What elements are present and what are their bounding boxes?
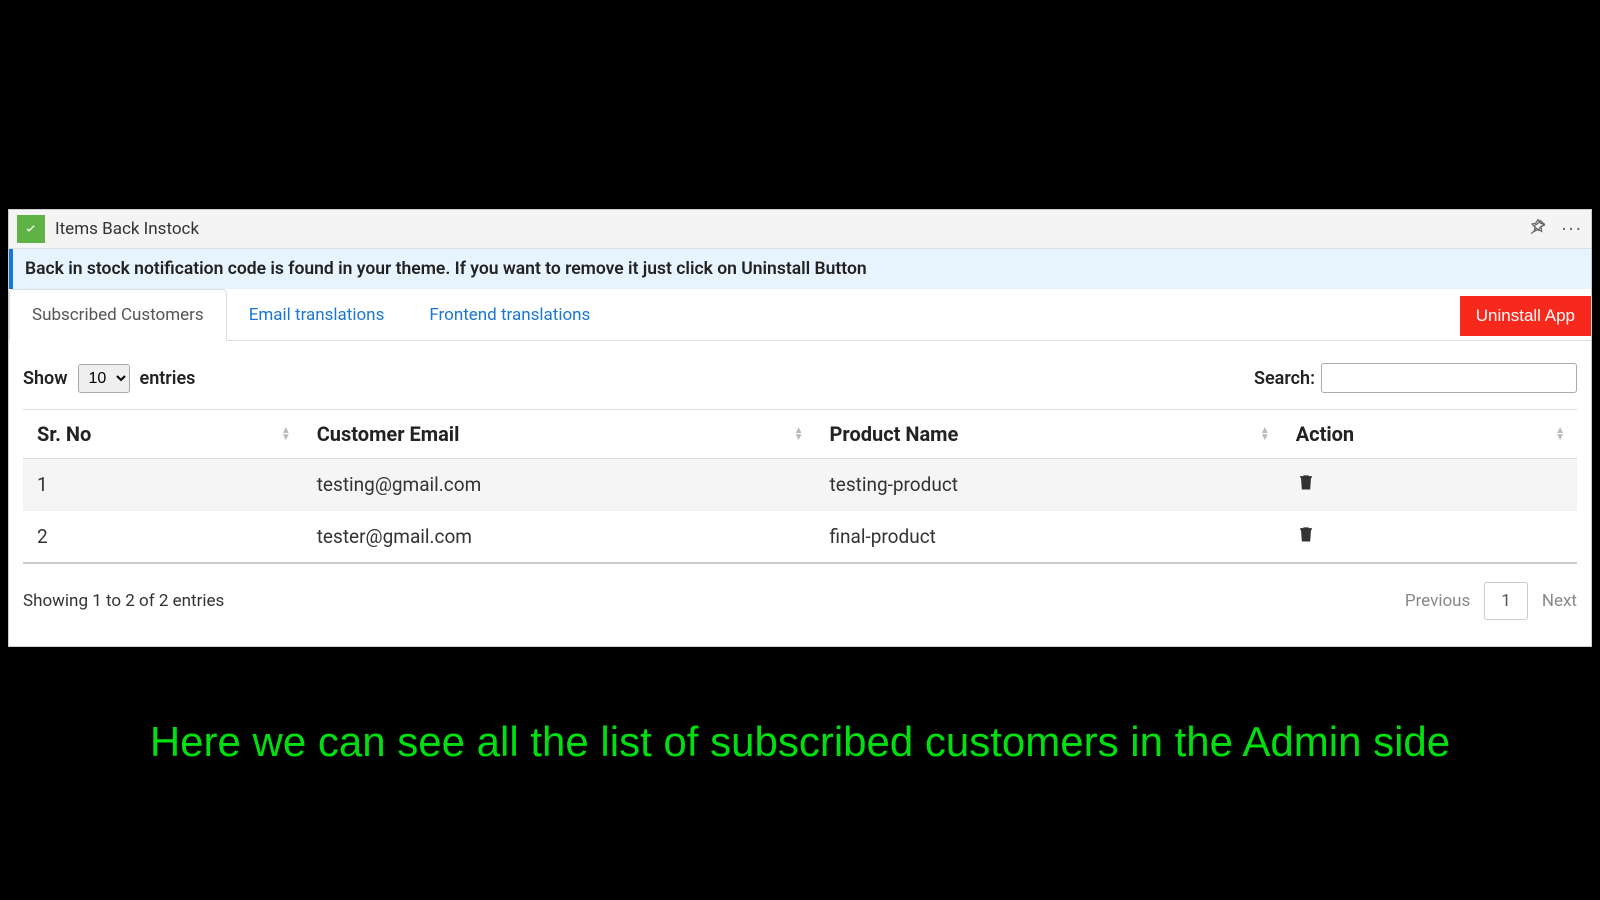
notice-text: Back in stock notification code is found… — [25, 259, 867, 279]
col-product-name[interactable]: Product Name ▲▼ — [816, 410, 1282, 459]
pin-icon[interactable] — [1529, 218, 1547, 240]
subscribers-table: Sr. No ▲▼ Customer Email ▲▼ Product Name… — [23, 409, 1577, 564]
table-controls: Show 10 entries Search: — [23, 363, 1577, 393]
tab-bar: Subscribed Customers Email translations … — [9, 289, 1591, 341]
cell-product: final-product — [816, 511, 1282, 564]
more-icon[interactable]: ··· — [1561, 217, 1583, 241]
app-window: Items Back Instock ··· Back in stock not… — [8, 209, 1592, 647]
tab-frontend-translations[interactable]: Frontend translations — [407, 289, 613, 341]
titlebar: Items Back Instock ··· — [9, 210, 1591, 249]
cell-product: testing-product — [816, 459, 1282, 511]
search-box: Search: — [1254, 363, 1577, 393]
cell-sr: 1 — [23, 459, 303, 511]
tab-subscribed-customers[interactable]: Subscribed Customers — [9, 289, 227, 341]
show-label-prefix: Show — [23, 368, 68, 389]
table-header-row: Sr. No ▲▼ Customer Email ▲▼ Product Name… — [23, 410, 1577, 459]
pagination: Previous 1 Next — [1405, 582, 1577, 620]
col-sr-no[interactable]: Sr. No ▲▼ — [23, 410, 303, 459]
sort-icon: ▲▼ — [281, 427, 291, 441]
tab-label: Subscribed Customers — [32, 305, 204, 325]
app-icon — [17, 215, 45, 243]
cell-sr: 2 — [23, 511, 303, 564]
show-entries: Show 10 entries — [23, 364, 195, 393]
pagination-previous[interactable]: Previous — [1405, 591, 1470, 611]
search-input[interactable] — [1321, 363, 1577, 393]
cell-email: testing@gmail.com — [303, 459, 816, 511]
titlebar-left: Items Back Instock — [17, 215, 199, 243]
sort-icon: ▲▼ — [1260, 427, 1270, 441]
tab-email-translations[interactable]: Email translations — [227, 289, 408, 341]
col-customer-email[interactable]: Customer Email ▲▼ — [303, 410, 816, 459]
pagination-next[interactable]: Next — [1542, 591, 1577, 611]
col-action[interactable]: Action ▲▼ — [1282, 410, 1577, 459]
uninstall-button[interactable]: Uninstall App — [1460, 296, 1591, 336]
cell-action — [1282, 511, 1577, 564]
tab-label: Frontend translations — [429, 305, 590, 325]
entries-select[interactable]: 10 — [78, 364, 130, 393]
titlebar-actions: ··· — [1529, 217, 1583, 241]
search-label: Search: — [1254, 368, 1315, 389]
sort-icon: ▲▼ — [794, 427, 804, 441]
cell-email: tester@gmail.com — [303, 511, 816, 564]
sort-icon: ▲▼ — [1555, 427, 1565, 441]
table-footer: Showing 1 to 2 of 2 entries Previous 1 N… — [23, 582, 1577, 620]
trash-icon[interactable] — [1296, 527, 1316, 550]
table-row: 1 testing@gmail.com testing-product — [23, 459, 1577, 511]
table-row: 2 tester@gmail.com final-product — [23, 511, 1577, 564]
annotation-caption: Here we can see all the list of subscrib… — [0, 718, 1600, 766]
app-title: Items Back Instock — [55, 219, 199, 239]
content-area: Show 10 entries Search: Sr. No ▲ — [9, 341, 1591, 646]
notice-banner: Back in stock notification code is found… — [9, 249, 1591, 289]
table-info: Showing 1 to 2 of 2 entries — [23, 591, 224, 611]
trash-icon[interactable] — [1296, 475, 1316, 498]
cell-action — [1282, 459, 1577, 511]
tab-label: Email translations — [249, 305, 385, 325]
show-label-suffix: entries — [140, 368, 196, 389]
pagination-page-1[interactable]: 1 — [1484, 582, 1528, 620]
